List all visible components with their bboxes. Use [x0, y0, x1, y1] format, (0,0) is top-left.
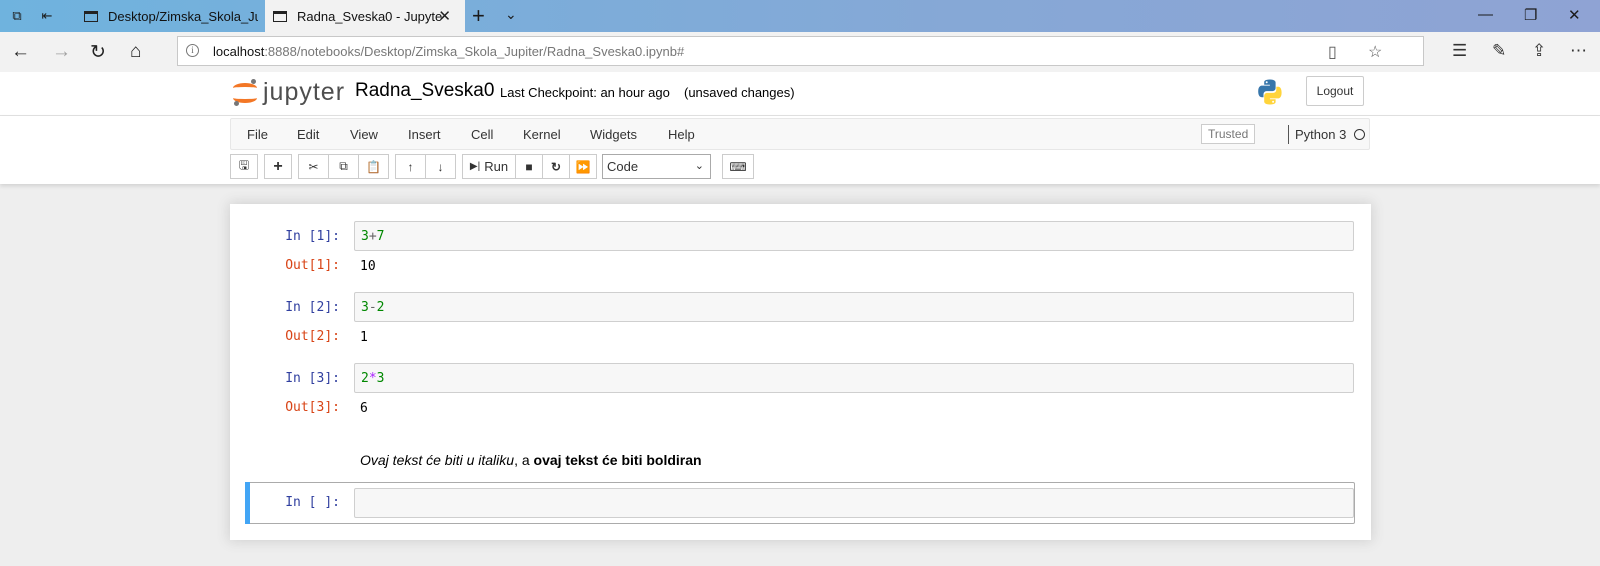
set-aside-tabs-icon[interactable]: ⇤: [38, 7, 56, 25]
scissors-icon: ✂: [308, 159, 319, 174]
menu-cell[interactable]: Cell: [471, 127, 493, 142]
minimize-icon[interactable]: —: [1478, 6, 1493, 23]
reading-view-icon[interactable]: ▯: [1328, 42, 1337, 62]
site-info-icon[interactable]: i: [186, 44, 199, 57]
cell-output: 6: [360, 401, 368, 416]
restart-run-all-button[interactable]: ⏩: [569, 154, 597, 179]
command-palette-button[interactable]: ⌨: [722, 154, 754, 179]
back-icon[interactable]: ←: [11, 41, 30, 63]
new-tab-icon[interactable]: +: [472, 3, 485, 29]
chevron-down-icon: ⌄: [694, 160, 704, 172]
kernel-idle-icon: [1354, 129, 1365, 140]
save-button[interactable]: 🖫: [230, 154, 258, 179]
tab-actions-icon[interactable]: ⧉: [8, 7, 26, 25]
checkpoint-status: Last Checkpoint: an hour ago: [500, 85, 670, 100]
menu-edit[interactable]: Edit: [297, 127, 319, 142]
autosave-status: (unsaved changes): [684, 85, 795, 100]
trusted-indicator[interactable]: Trusted: [1201, 124, 1256, 144]
out-prompt: Out[1]:: [285, 258, 340, 273]
browser-tab-inactive[interactable]: Desktop/Zimska_Skola_Jupi: [70, 0, 262, 32]
browser-tab-active[interactable]: Radna_Sveska0 - Jupyte ✕: [265, 0, 465, 32]
markdown-cell[interactable]: Ovaj tekst će biti u italiku, a ovaj tek…: [360, 452, 702, 468]
move-down-button[interactable]: ↓: [425, 154, 456, 179]
arrow-up-icon: ↑: [407, 159, 414, 174]
close-tab-icon[interactable]: ✕: [438, 7, 451, 25]
copy-button[interactable]: ⧉: [328, 154, 359, 179]
home-icon[interactable]: ⌂: [130, 41, 141, 63]
jupyter-header: jupyter Radna_Sveska0 Last Checkpoint: a…: [0, 72, 1600, 116]
share-icon[interactable]: ⇪: [1532, 41, 1546, 61]
cell-output: 10: [360, 259, 376, 274]
tab-title: Radna_Sveska0 - Jupyte: [297, 8, 443, 24]
menu-file[interactable]: File: [247, 127, 268, 142]
notebook-name[interactable]: Radna_Sveska0: [355, 80, 494, 102]
kernel-name[interactable]: Python 3: [1295, 127, 1346, 142]
cut-button[interactable]: ✂: [298, 154, 329, 179]
keyboard-icon: ⌨: [729, 159, 747, 174]
code-cell-input[interactable]: 2*3: [354, 363, 1354, 393]
more-icon[interactable]: ⋯: [1570, 41, 1587, 61]
browser-address-row: ← → ↻ ⌂ i localhost:8888/notebooks/Deskt…: [0, 32, 1600, 72]
in-prompt: In [3]:: [285, 371, 340, 386]
chevron-down-icon[interactable]: ⌄: [505, 6, 517, 23]
favorite-star-icon[interactable]: ☆: [1368, 42, 1382, 62]
interrupt-button[interactable]: ■: [515, 154, 543, 179]
menu-insert[interactable]: Insert: [408, 127, 441, 142]
address-bar[interactable]: i localhost:8888/notebooks/Desktop/Zimsk…: [177, 36, 1424, 66]
cell-type-select[interactable]: Code ⌄: [602, 154, 711, 179]
move-up-button[interactable]: ↑: [395, 154, 426, 179]
out-prompt: Out[3]:: [285, 400, 340, 415]
paste-button[interactable]: 📋: [358, 154, 389, 179]
save-icon: 🖫: [238, 158, 250, 172]
plus-icon: +: [273, 157, 283, 175]
logout-button[interactable]: Logout: [1306, 76, 1364, 106]
restore-icon[interactable]: ❐: [1524, 6, 1537, 24]
forward-icon[interactable]: →: [52, 41, 71, 63]
run-button[interactable]: ▶| Run: [462, 154, 516, 179]
menu-help[interactable]: Help: [668, 127, 695, 142]
menubar-container: File Edit View Insert Cell Kernel Widget…: [0, 116, 1600, 184]
code-cell-input[interactable]: [354, 488, 1354, 518]
out-prompt: Out[2]:: [285, 329, 340, 344]
stop-icon: ■: [525, 159, 533, 174]
menu-widgets[interactable]: Widgets: [590, 127, 637, 142]
kernel-separator: [1288, 125, 1289, 144]
logo-text: jupyter: [263, 78, 346, 106]
in-prompt: In [2]:: [285, 300, 340, 315]
python-logo-icon: [1258, 79, 1282, 105]
notebook-container: In [1]: 3+7 Out[1]: 10 In [2]: 3-2 Out[2…: [230, 204, 1371, 540]
copy-icon: ⧉: [339, 159, 348, 173]
menu-kernel[interactable]: Kernel: [523, 127, 561, 142]
refresh-icon[interactable]: ↻: [90, 41, 106, 64]
tab-title: Desktop/Zimska_Skola_Jupi: [108, 8, 258, 24]
in-prompt: In [ ]:: [285, 495, 340, 510]
restart-button[interactable]: ↻: [542, 154, 570, 179]
paste-icon: 📋: [366, 159, 381, 174]
browser-tab-strip: ⧉ ⇤ Desktop/Zimska_Skola_Jupi Radna_Sves…: [0, 0, 1600, 32]
fast-forward-icon: ⏩: [575, 159, 591, 174]
favorites-list-icon[interactable]: ☰: [1452, 41, 1467, 61]
run-label: Run: [484, 159, 509, 174]
page-icon: [273, 10, 287, 22]
cell-output: 1: [360, 330, 368, 345]
restart-icon: ↻: [550, 159, 562, 174]
menu-view[interactable]: View: [350, 127, 378, 142]
pen-icon[interactable]: ✎: [1492, 41, 1506, 61]
arrow-down-icon: ↓: [437, 159, 444, 174]
code-cell-input[interactable]: 3-2: [354, 292, 1354, 322]
step-forward-icon: ▶|: [469, 161, 481, 172]
insert-cell-button[interactable]: +: [264, 154, 292, 179]
window-close-icon[interactable]: ✕: [1568, 6, 1581, 24]
menubar: File Edit View Insert Cell Kernel Widget…: [230, 118, 1370, 150]
jupyter-logo[interactable]: jupyter: [233, 78, 345, 107]
code-cell-input[interactable]: 3+7: [354, 221, 1354, 251]
jupyter-logo-icon: [233, 78, 257, 107]
url-text: localhost:8888/notebooks/Desktop/Zimska_…: [213, 44, 685, 59]
page-icon: [84, 10, 98, 22]
in-prompt: In [1]:: [285, 229, 340, 244]
